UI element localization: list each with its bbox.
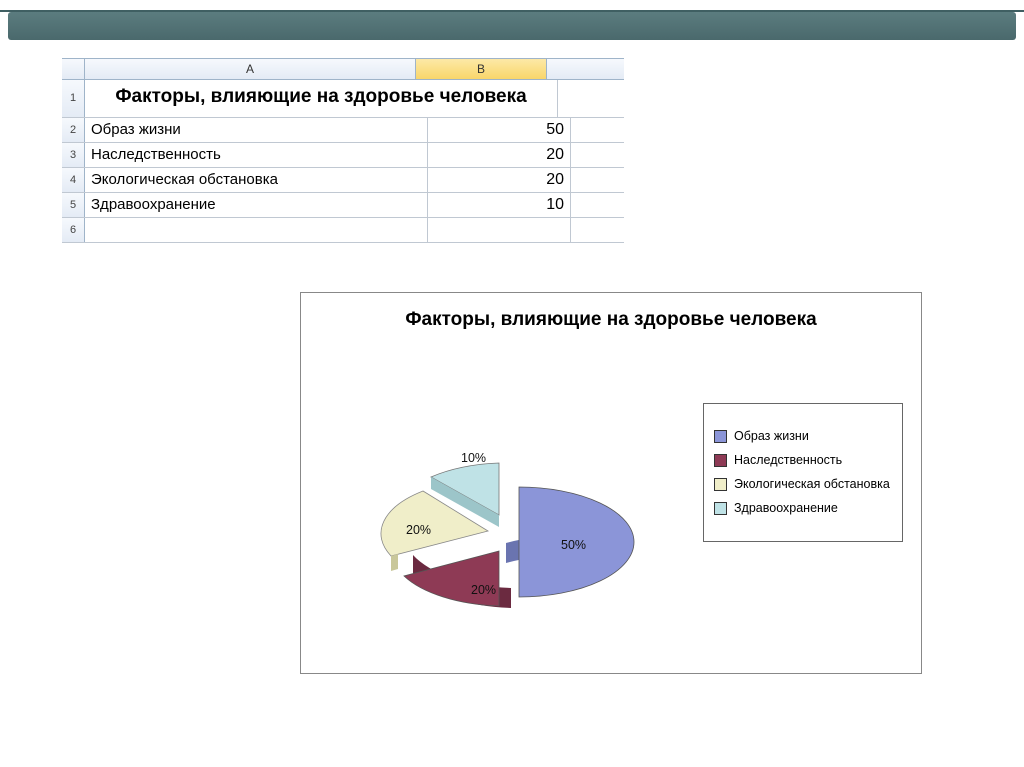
cell-a2[interactable]: Образ жизни bbox=[85, 118, 428, 142]
cell-a5[interactable]: Здравоохранение bbox=[85, 193, 428, 217]
pie-plot-area: 50% 20% 20% 10% bbox=[351, 413, 661, 643]
legend-label: Образ жизни bbox=[734, 429, 809, 444]
col-header-b[interactable]: B bbox=[416, 59, 547, 79]
slide-accent-bar bbox=[8, 12, 1016, 40]
cell-a6[interactable] bbox=[85, 218, 428, 242]
cell-a3[interactable]: Наследственность bbox=[85, 143, 428, 167]
legend-item: Образ жизни bbox=[714, 429, 892, 444]
slide-top-rule bbox=[0, 0, 1024, 12]
spreadsheet: A B 1 Факторы, влияющие на здоровье чело… bbox=[62, 58, 624, 243]
legend-swatch-cyan bbox=[714, 502, 727, 515]
row-num[interactable]: 1 bbox=[62, 80, 85, 117]
cell-b6[interactable] bbox=[428, 218, 571, 242]
legend-swatch-blue bbox=[714, 430, 727, 443]
legend-swatch-maroon bbox=[714, 454, 727, 467]
col-header-rest bbox=[547, 59, 624, 79]
legend-item: Экологическая обстановка bbox=[714, 477, 892, 492]
legend-label: Наследственность bbox=[734, 453, 842, 468]
row-5: 5 Здравоохранение 10 bbox=[62, 193, 624, 218]
col-header-a[interactable]: A bbox=[85, 59, 416, 79]
row-3: 3 Наследственность 20 bbox=[62, 143, 624, 168]
row-2: 2 Образ жизни 50 bbox=[62, 118, 624, 143]
chart-legend: Образ жизни Наследственность Экологическ… bbox=[703, 403, 903, 542]
data-label-20b: 20% bbox=[406, 523, 431, 537]
row-num[interactable]: 4 bbox=[62, 168, 85, 192]
cell-b3[interactable]: 20 bbox=[428, 143, 571, 167]
cell-b5[interactable]: 10 bbox=[428, 193, 571, 217]
select-all-corner[interactable] bbox=[62, 59, 85, 79]
row-1: 1 Факторы, влияющие на здоровье человека bbox=[62, 80, 624, 118]
row-6: 6 bbox=[62, 218, 624, 243]
pie-slice-maroon bbox=[404, 551, 499, 606]
row-num[interactable]: 6 bbox=[62, 218, 85, 242]
row-num[interactable]: 2 bbox=[62, 118, 85, 142]
pie-side-yellow bbox=[391, 554, 398, 571]
legend-label: Экологическая обстановка bbox=[734, 477, 890, 492]
cell-b2[interactable]: 50 bbox=[428, 118, 571, 142]
row-4: 4 Экологическая обстановка 20 bbox=[62, 168, 624, 193]
row-num[interactable]: 5 bbox=[62, 193, 85, 217]
legend-item: Здравоохранение bbox=[714, 501, 892, 516]
column-headers: A B bbox=[62, 58, 624, 80]
cell-b4[interactable]: 20 bbox=[428, 168, 571, 192]
pie-svg bbox=[351, 413, 661, 643]
data-label-10: 10% bbox=[461, 451, 486, 465]
legend-label: Здравоохранение bbox=[734, 501, 838, 516]
cell-a4[interactable]: Экологическая обстановка bbox=[85, 168, 428, 192]
chart-title: Факторы, влияющие на здоровье человека bbox=[301, 307, 921, 333]
title-cell[interactable]: Факторы, влияющие на здоровье человека bbox=[85, 80, 558, 117]
data-label-50: 50% bbox=[561, 538, 586, 552]
legend-item: Наследственность bbox=[714, 453, 892, 468]
data-label-20a: 20% bbox=[471, 583, 496, 597]
pie-chart: Факторы, влияющие на здоровье человека 5… bbox=[300, 292, 922, 674]
legend-swatch-yellow bbox=[714, 478, 727, 491]
row-num[interactable]: 3 bbox=[62, 143, 85, 167]
